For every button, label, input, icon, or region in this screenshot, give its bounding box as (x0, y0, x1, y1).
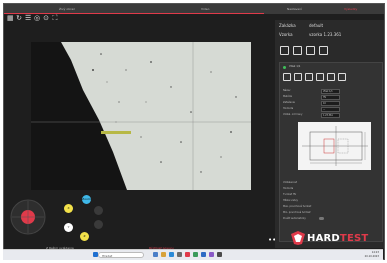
zoom-button[interactable]: Zoom (82, 195, 91, 204)
tab-video[interactable]: Video (201, 7, 209, 11)
tab-bar: Živý obraz Video Nastavení Výsledky (4, 4, 384, 14)
scale-bar (101, 131, 131, 134)
order-value[interactable]: default (309, 23, 323, 28)
grid-icon[interactable]: ▦ (7, 15, 14, 22)
field-input[interactable]: 10 (321, 101, 340, 106)
indent-toolbar (283, 73, 346, 81)
sample-surface (31, 42, 251, 190)
tab-results[interactable]: Výsledky (344, 7, 357, 11)
os-taskbar: Hľadať 14:23 20.10.2023 (3, 249, 383, 260)
field-row: Název Vtisk 1/1 (283, 89, 343, 94)
result-row: Min. povrchová tvrdosť (283, 211, 311, 214)
app-icon[interactable] (217, 252, 222, 257)
file-toolbar (280, 46, 328, 55)
edge-icon[interactable] (169, 252, 174, 257)
target-icon[interactable]: ◎ (34, 15, 40, 22)
field-row: Metóda HV (283, 95, 343, 100)
field-input[interactable]: Vtisk 1/1 (321, 89, 340, 94)
axis-z-button[interactable]: Z (80, 232, 89, 241)
save-icon[interactable] (293, 46, 302, 55)
fullscreen-icon[interactable]: ⛶ (52, 15, 58, 22)
user-icon[interactable] (327, 73, 335, 81)
inactive-button[interactable] (94, 206, 103, 215)
application-window: Živý obraz Video Nastavení Výsledky ▦ ↻ … (3, 3, 385, 260)
app-icon[interactable] (177, 252, 182, 257)
system-clock[interactable]: 14:23 20.10.2023 (365, 251, 379, 258)
axis-x-button[interactable]: X (64, 204, 73, 213)
indent-position-diagram (298, 122, 371, 170)
right-panel: Zakázka default Vzorka vzorka 1.23.361 V… (275, 20, 384, 248)
status-dot-icon (283, 66, 286, 69)
stage-joystick[interactable] (8, 197, 48, 237)
rotate-icon[interactable]: ↻ (16, 15, 22, 22)
shield-logo-icon (291, 231, 305, 245)
field-input[interactable]: 1.23.361 (321, 113, 340, 118)
app-icon[interactable] (201, 252, 206, 257)
sample-label: Vzorka (279, 32, 293, 37)
axis-y-button[interactable]: Y (64, 223, 73, 232)
result-row: Hodnota (283, 187, 294, 190)
indent-title: Vtisk 1/1 (289, 65, 301, 68)
field-input[interactable]: HV (321, 95, 340, 100)
tab-settings[interactable]: Nastavení (287, 7, 302, 11)
sample-value[interactable]: vzorka 1.23.361 (309, 32, 341, 37)
arrows-icon[interactable] (305, 73, 313, 81)
result-row: Max. povrchová tvrdosť (283, 205, 312, 208)
viewer-toolbar: ▦ ↻ ☰ ◎ ⊙ ⛶ (7, 15, 58, 25)
field-row: Hodnota — (283, 107, 343, 112)
list-icon[interactable]: ☰ (25, 15, 31, 22)
result-row: Vzdialenosť (283, 181, 297, 184)
field-row: Zaťaženie 10 (283, 101, 343, 106)
record-icon[interactable]: ⊙ (43, 15, 49, 22)
measure-icon[interactable] (283, 73, 291, 81)
order-label: Zakázka (279, 23, 296, 28)
app-icon[interactable] (209, 252, 214, 257)
hardtest-app-icon[interactable] (185, 252, 190, 257)
microscope-image[interactable] (31, 42, 251, 190)
auto-apply-toggle[interactable] (319, 217, 324, 220)
new-file-icon[interactable] (280, 46, 289, 55)
field-row: Vzdial. od hrany 1.23.361 (283, 113, 343, 118)
export-icon[interactable] (338, 73, 346, 81)
tab-live-view[interactable]: Živý obraz (59, 7, 75, 11)
taskbar-search-input[interactable]: Hľadať (98, 252, 144, 258)
result-row: Hĺbka vrstvy (283, 199, 298, 202)
folder-icon[interactable] (161, 252, 166, 257)
result-row: Použiť automaticky (283, 217, 306, 220)
indent-detail-panel: Vtisk 1/1 Název Vtisk 1/1 Metóda HV Zaťa… (279, 62, 383, 242)
field-input[interactable]: — (321, 107, 340, 112)
result-row: Tvrdosť HV (283, 193, 297, 196)
settings-icon[interactable] (319, 46, 328, 55)
settings-icon[interactable] (294, 73, 302, 81)
refresh-icon[interactable] (316, 73, 324, 81)
app-icon[interactable] (193, 252, 198, 257)
app-icon[interactable] (153, 252, 158, 257)
inactive-button[interactable] (94, 220, 103, 229)
save-as-icon[interactable] (306, 46, 315, 55)
hardtest-logo: HARDTEST (290, 227, 384, 251)
